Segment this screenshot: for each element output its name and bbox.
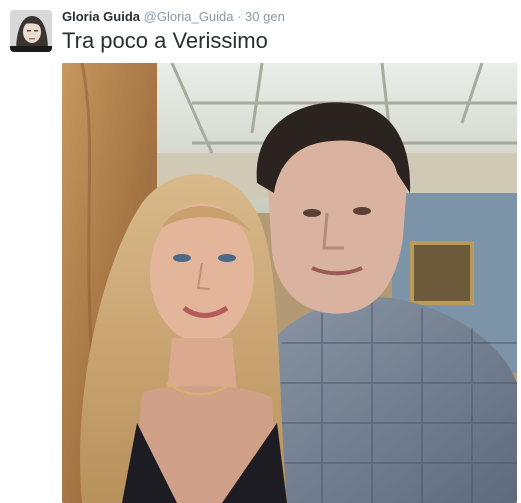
avatar[interactable] bbox=[10, 10, 52, 52]
tweet-header: Gloria Guida @Gloria_Guida · 30 gen bbox=[62, 9, 285, 25]
separator: · bbox=[237, 9, 242, 24]
author-name[interactable]: Gloria Guida bbox=[62, 9, 140, 24]
photo bbox=[62, 63, 517, 503]
avatar-photo bbox=[10, 10, 52, 52]
tweet-photo[interactable] bbox=[62, 63, 517, 503]
tweet: Gloria Guida @Gloria_Guida · 30 gen Tra … bbox=[0, 0, 521, 503]
author-handle[interactable]: @Gloria_Guida bbox=[144, 9, 234, 24]
timestamp[interactable]: 30 gen bbox=[245, 9, 285, 24]
tweet-text: Tra poco a Verissimo bbox=[62, 28, 268, 53]
